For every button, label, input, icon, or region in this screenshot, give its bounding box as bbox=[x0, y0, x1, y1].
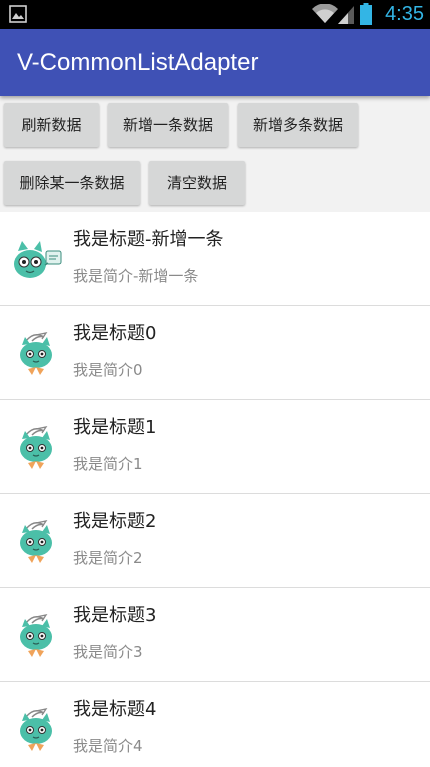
item-summary: 我是简介2 bbox=[73, 549, 143, 567]
item-title: 我是标题1 bbox=[73, 417, 157, 438]
list-item[interactable]: 我是标题1 我是简介1 bbox=[0, 400, 430, 494]
list-item[interactable]: 我是标题-新增一条 我是简介-新增一条 bbox=[0, 212, 430, 306]
signal-icon bbox=[338, 6, 354, 24]
item-title: 我是标题3 bbox=[73, 605, 157, 626]
add-multiple-items-button[interactable]: 新增多条数据 bbox=[238, 103, 358, 147]
cat-avatar-icon bbox=[20, 614, 52, 657]
item-summary: 我是简介0 bbox=[73, 361, 143, 379]
status-bar: 4:35 bbox=[0, 0, 430, 29]
item-title: 我是标题0 bbox=[73, 323, 157, 344]
item-title: 我是标题4 bbox=[73, 699, 157, 720]
list-item[interactable]: 我是标题3 我是简介3 bbox=[0, 588, 430, 682]
item-title: 我是标题2 bbox=[73, 511, 157, 532]
cat-avatar-icon bbox=[20, 426, 52, 469]
delete-one-item-button[interactable]: 删除某一条数据 bbox=[4, 161, 140, 205]
add-one-item-button[interactable]: 新增一条数据 bbox=[108, 103, 228, 147]
app-title: V-CommonListAdapter bbox=[17, 49, 259, 76]
cat-with-sign-icon bbox=[14, 241, 62, 278]
status-time: 4:35 bbox=[385, 3, 424, 25]
item-title: 我是标题-新增一条 bbox=[73, 229, 224, 250]
refresh-data-button[interactable]: 刷新数据 bbox=[4, 103, 99, 147]
item-summary: 我是简介-新增一条 bbox=[73, 267, 199, 285]
list-item[interactable]: 我是标题2 我是简介2 bbox=[0, 494, 430, 588]
item-summary: 我是简介1 bbox=[73, 455, 143, 473]
item-summary: 我是简介4 bbox=[73, 737, 143, 755]
list-item[interactable]: 我是标题0 我是简介0 bbox=[0, 306, 430, 400]
gallery-icon bbox=[9, 5, 27, 23]
clear-data-button[interactable]: 清空数据 bbox=[149, 161, 245, 205]
app-bar: V-CommonListAdapter bbox=[0, 29, 430, 96]
cat-avatar-icon bbox=[20, 332, 52, 375]
list-item[interactable]: 我是标题4 我是简介4 bbox=[0, 682, 430, 767]
item-summary: 我是简介3 bbox=[73, 643, 143, 661]
wifi-icon bbox=[312, 4, 338, 23]
cat-avatar-icon bbox=[20, 708, 52, 751]
cat-avatar-icon bbox=[20, 520, 52, 563]
battery-icon bbox=[360, 3, 372, 25]
item-list[interactable]: 我是标题-新增一条 我是简介-新增一条 我是标题0 我是简介0 我是标题1 我是… bbox=[0, 212, 430, 767]
